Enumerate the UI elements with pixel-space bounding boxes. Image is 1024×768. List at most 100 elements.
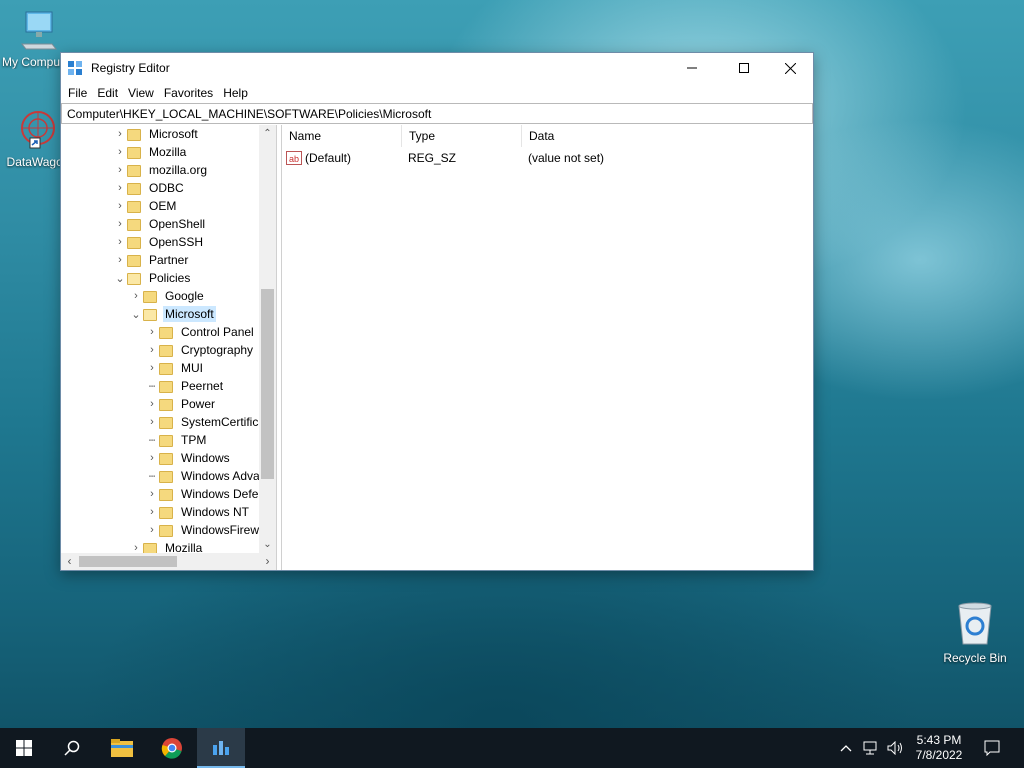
tree-node[interactable]: › Microsoft	[113, 125, 200, 143]
address-bar[interactable]: Computer\HKEY_LOCAL_MACHINE\SOFTWARE\Pol…	[61, 103, 813, 124]
datawagon-icon	[21, 111, 55, 149]
expand-icon[interactable]: ›	[145, 485, 159, 503]
regedit-icon	[68, 61, 82, 75]
column-name[interactable]: Name	[282, 125, 402, 147]
menu-favorites[interactable]: Favorites	[159, 86, 218, 100]
scroll-left-arrow[interactable]: ‹	[61, 553, 78, 570]
folder-icon	[127, 147, 141, 159]
expand-icon[interactable]: ›	[145, 449, 159, 467]
tree-node[interactable]: › Cryptography	[145, 341, 255, 359]
scroll-right-arrow[interactable]: ›	[259, 553, 276, 570]
expand-icon[interactable]: ›	[113, 215, 127, 233]
windows-icon	[16, 740, 32, 756]
expand-icon[interactable]: ›	[113, 251, 127, 269]
expand-icon[interactable]: ›	[145, 503, 159, 521]
expand-icon[interactable]: ›	[145, 395, 159, 413]
scroll-down-arrow[interactable]: ⌄	[259, 536, 276, 553]
expand-icon[interactable]: ›	[113, 143, 127, 161]
desktop-icon-recycle-bin[interactable]: Recycle Bin	[937, 600, 1013, 665]
value-data: (value not set)	[528, 151, 605, 165]
tree-node[interactable]: › mozilla.org	[113, 161, 209, 179]
volume-control[interactable]	[884, 728, 908, 768]
maximize-button[interactable]	[721, 53, 767, 83]
tree-node[interactable]: › OEM	[113, 197, 178, 215]
title-bar[interactable]: Registry Editor	[61, 53, 813, 83]
expand-icon[interactable]: ›	[113, 233, 127, 251]
menu-edit[interactable]: Edit	[92, 86, 123, 100]
folder-icon	[127, 129, 141, 141]
taskbar: 5:43 PM 7/8/2022	[0, 728, 1024, 768]
collapse-icon[interactable]: ⌄	[113, 269, 127, 287]
column-data[interactable]: Data	[522, 125, 722, 147]
tree-node[interactable]: › Windows	[145, 449, 232, 467]
close-button[interactable]	[767, 53, 813, 83]
folder-icon	[159, 435, 173, 447]
folder-icon	[127, 201, 141, 213]
folder-icon	[127, 183, 141, 195]
expand-icon[interactable]: ›	[145, 323, 159, 341]
tree-node[interactable]: ┄Windows Advanced Threat Protection	[145, 467, 276, 485]
values-list[interactable]: Name Type Data ab (Default) REG_SZ (valu…	[281, 125, 813, 570]
folder-icon	[159, 453, 173, 465]
search-icon	[64, 740, 80, 756]
tree-node-selected[interactable]: ⌄ Microsoft	[129, 305, 216, 323]
tree-node[interactable]: › OpenSSH	[113, 233, 205, 251]
tree-node[interactable]: › Control Panel	[145, 323, 256, 341]
scroll-thumb[interactable]	[261, 289, 274, 479]
taskbar-registry-editor[interactable]	[197, 728, 245, 768]
tree-vertical-scrollbar[interactable]: ⌃ ⌄	[259, 125, 276, 553]
expand-icon[interactable]: ›	[129, 287, 143, 305]
tree-node[interactable]: › ODBC	[113, 179, 186, 197]
tree-node[interactable]: › Google	[129, 287, 206, 305]
taskbar-chrome[interactable]	[148, 728, 196, 768]
start-button[interactable]	[0, 728, 48, 768]
menu-help[interactable]: Help	[218, 86, 253, 100]
tree-node[interactable]: › MUI	[145, 359, 205, 377]
key-tree[interactable]: › Microsoft › Mozilla › mozilla.org › ODBC ›…	[61, 125, 277, 570]
search-button[interactable]	[48, 728, 96, 768]
minimize-icon	[687, 67, 697, 69]
list-item[interactable]: ab (Default) REG_SZ (value not set)	[286, 149, 813, 167]
tree-node[interactable]: › Windows Defender	[145, 485, 276, 503]
scroll-up-arrow[interactable]: ⌃	[259, 125, 276, 142]
folder-icon	[159, 525, 173, 537]
taskbar-file-explorer[interactable]	[98, 728, 146, 768]
folder-icon	[111, 739, 133, 757]
expand-icon[interactable]: ›	[145, 521, 159, 539]
expand-icon[interactable]: ›	[113, 125, 127, 143]
menu-view[interactable]: View	[123, 86, 159, 100]
expand-icon[interactable]: ›	[145, 341, 159, 359]
tree-node[interactable]: ┄ TPM	[145, 431, 208, 449]
tree-node[interactable]: › Power	[145, 395, 217, 413]
clock-date: 7/8/2022	[915, 748, 963, 762]
folder-icon	[127, 255, 141, 267]
show-hidden-icons[interactable]	[836, 728, 856, 768]
folder-icon	[159, 507, 173, 519]
expand-icon[interactable]: ›	[113, 197, 127, 215]
expand-icon[interactable]: ›	[113, 179, 127, 197]
collapse-icon[interactable]: ⌄	[129, 305, 143, 323]
network-status[interactable]	[860, 728, 884, 768]
column-type[interactable]: Type	[402, 125, 522, 147]
menu-file[interactable]: File	[63, 86, 92, 100]
expand-icon[interactable]: ›	[145, 413, 159, 431]
tree-node[interactable]: › Mozilla	[113, 143, 188, 161]
tree-node[interactable]: › SystemCertificates	[145, 413, 276, 431]
tree-node[interactable]: › OpenShell	[113, 215, 207, 233]
minimize-button[interactable]	[669, 53, 715, 83]
tree-node[interactable]: ┄ Peernet	[145, 377, 225, 395]
expand-icon[interactable]: ›	[145, 359, 159, 377]
tree-horizontal-scrollbar[interactable]: ‹ ›	[61, 553, 276, 570]
folder-icon	[159, 345, 173, 357]
tree-node[interactable]: › Partner	[113, 251, 190, 269]
string-value-icon: ab	[286, 151, 302, 165]
tree-node[interactable]: › WindowsFirewall	[145, 521, 273, 539]
list-header: Name Type Data	[282, 125, 813, 147]
tree-node[interactable]: › Windows NT	[145, 503, 251, 521]
tree-node[interactable]: ⌄ Policies	[113, 269, 192, 287]
expand-icon[interactable]: ›	[113, 161, 127, 179]
notification-icon	[984, 740, 1000, 756]
scroll-thumb[interactable]	[79, 556, 177, 567]
action-center-button[interactable]	[976, 728, 1008, 768]
clock[interactable]: 5:43 PM 7/8/2022	[908, 728, 970, 768]
